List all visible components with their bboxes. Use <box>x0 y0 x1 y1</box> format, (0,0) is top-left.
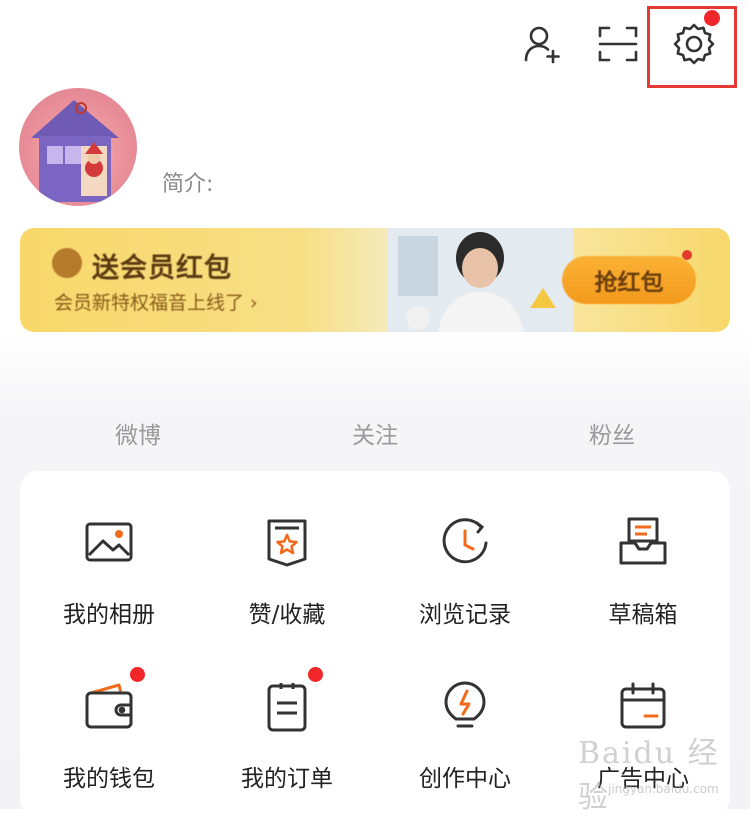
watermark-url: jingyan.baidu.com <box>608 782 719 796</box>
menu-item-drafts[interactable]: 草稿箱 <box>554 515 732 629</box>
scan-icon[interactable] <box>592 18 644 70</box>
banner-photo <box>388 228 573 332</box>
grab-red-packet-button[interactable]: 抢红包 <box>562 256 696 304</box>
wallet-notification-dot <box>130 667 145 682</box>
banner-coin-icon <box>52 248 82 278</box>
stat-followers[interactable]: 粉丝 <box>552 416 672 450</box>
menu-label: 我的相册 <box>63 602 155 628</box>
menu-item-album[interactable]: 我的相册 <box>20 515 198 629</box>
menu-label: 浏览记录 <box>419 602 511 628</box>
lightbulb-icon <box>437 679 493 735</box>
clock-history-icon <box>437 515 493 571</box>
menu-label: 我的钱包 <box>63 766 155 792</box>
banner-dot <box>682 250 692 260</box>
settings-highlight-box <box>647 6 737 88</box>
banner-title: 送会员红包 <box>92 253 232 284</box>
order-list-icon <box>259 667 323 735</box>
add-friend-icon[interactable] <box>516 18 568 70</box>
star-favorite-icon <box>259 515 315 571</box>
menu-item-likes-favorites[interactable]: 赞/收藏 <box>198 515 376 629</box>
promo-banner[interactable]: 送会员红包 会员新特权福音上线了 › 抢红包 <box>20 228 730 332</box>
menu-item-history[interactable]: 浏览记录 <box>376 515 554 629</box>
banner-subtitle: 会员新特权福音上线了 › <box>54 292 258 314</box>
menu-label: 创作中心 <box>419 766 511 792</box>
wallet-icon <box>81 667 145 735</box>
stat-following[interactable]: 关注 <box>315 416 435 450</box>
menu-item-orders[interactable]: 我的订单 <box>198 667 376 793</box>
menu-label: 赞/收藏 <box>248 602 326 628</box>
watermark-text: Baidu 经验 <box>578 736 720 815</box>
calendar-ad-icon <box>615 679 671 735</box>
menu-item-wallet[interactable]: 我的钱包 <box>20 667 198 793</box>
menu-item-creator-center[interactable]: 创作中心 <box>376 679 554 793</box>
photo-album-icon <box>81 515 137 571</box>
draft-box-icon <box>615 515 671 571</box>
orders-notification-dot <box>308 667 323 682</box>
menu-label: 我的订单 <box>241 766 333 792</box>
stat-weibo[interactable]: 微博 <box>78 416 198 450</box>
bio-label: 简介: <box>162 172 214 197</box>
avatar[interactable] <box>19 88 137 206</box>
menu-label: 草稿箱 <box>608 602 678 628</box>
